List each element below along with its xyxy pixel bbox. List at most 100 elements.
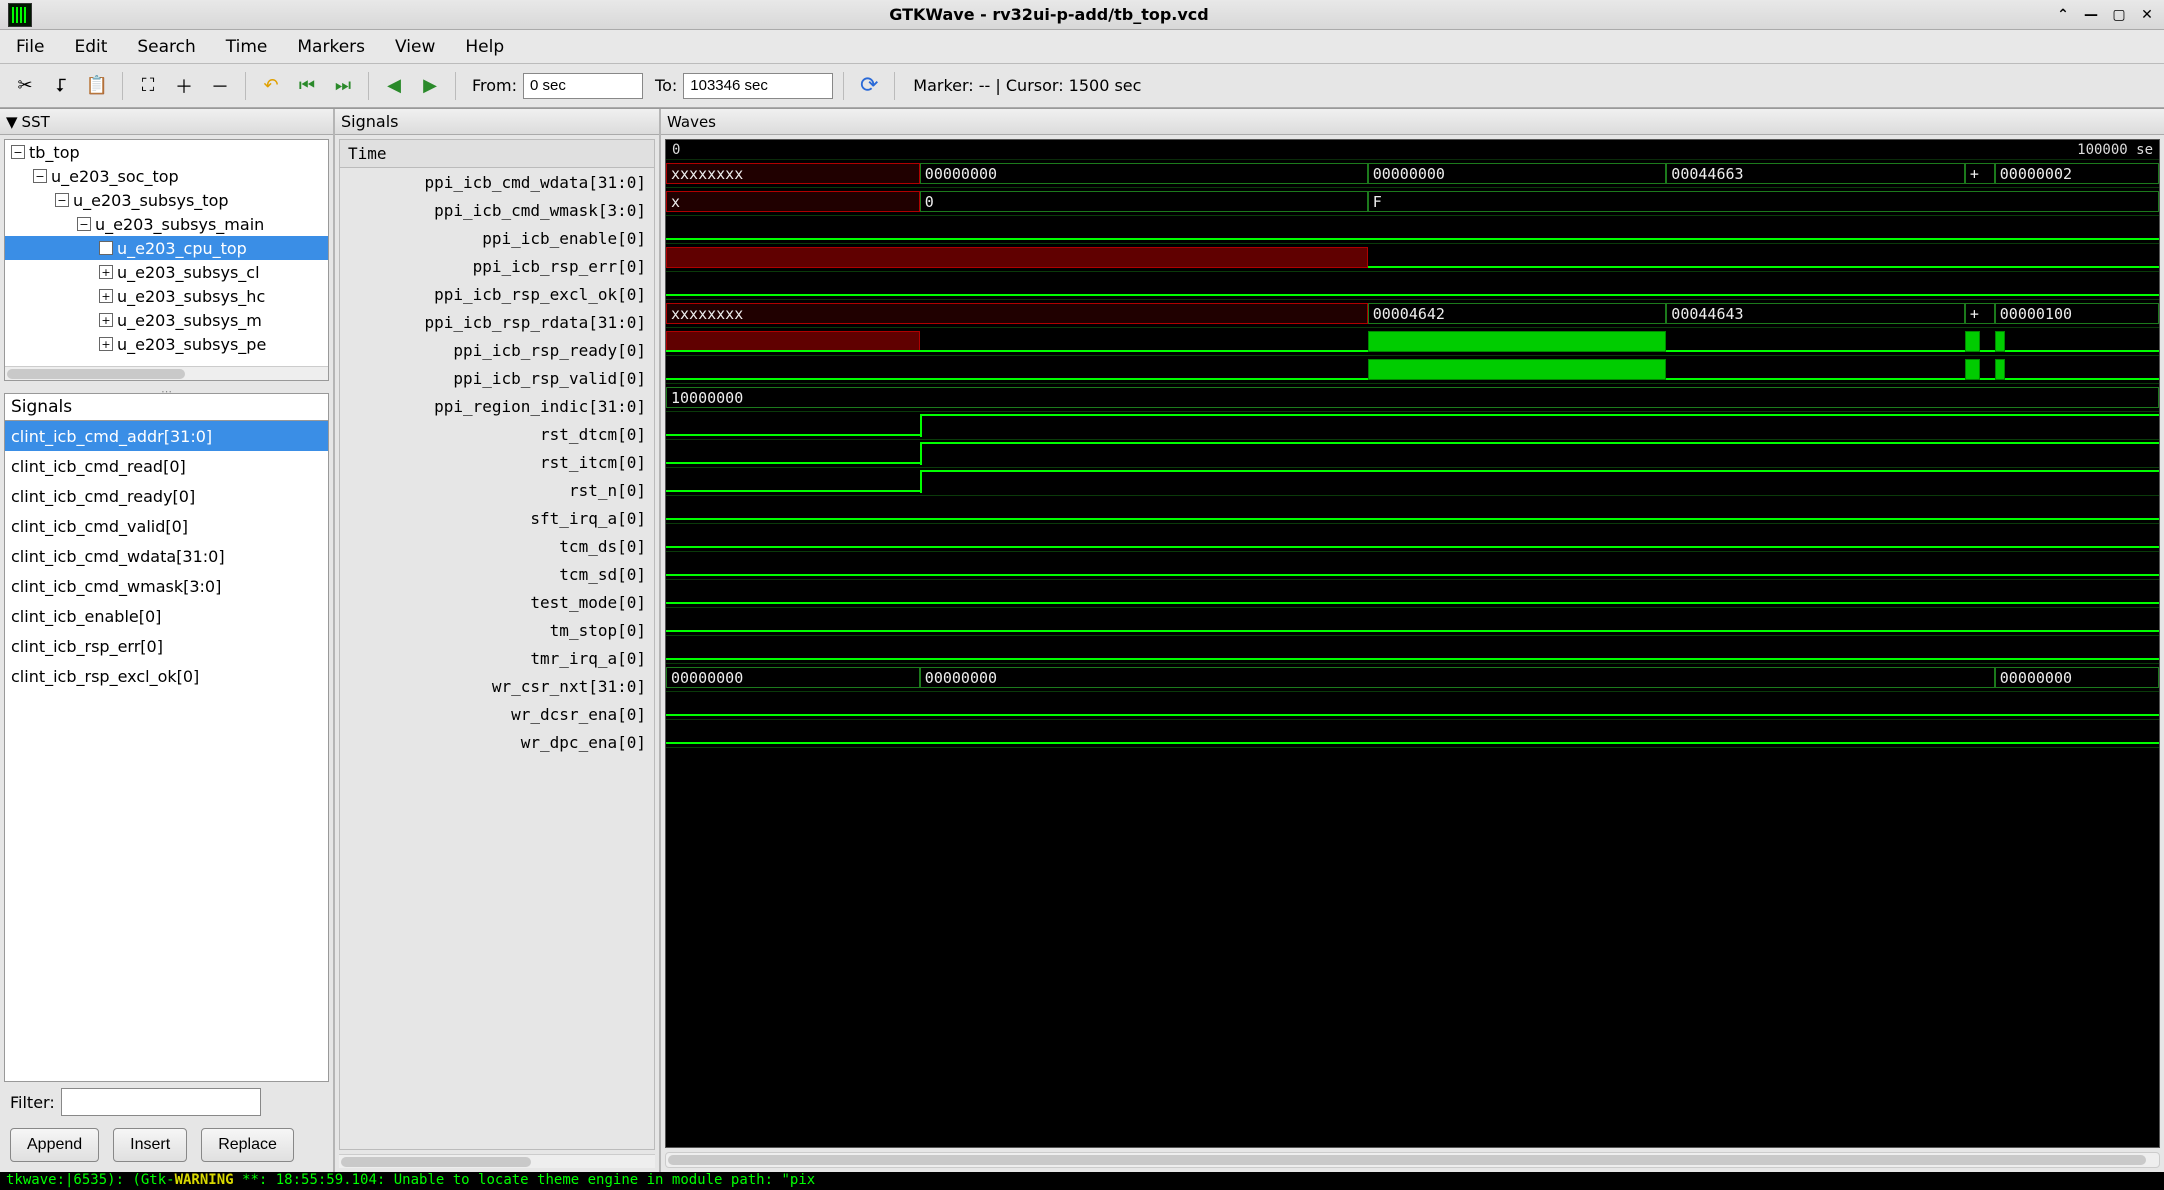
wave-row[interactable]: xxxxxxxx0000464200044643+00000100 xyxy=(666,300,2159,328)
signal-list-item[interactable]: clint_icb_cmd_wmask[3:0] xyxy=(5,571,328,601)
wave-row[interactable] xyxy=(666,440,2159,468)
displayed-signal-name[interactable]: ppi_icb_rsp_excl_ok[0] xyxy=(340,280,654,308)
menu-edit[interactable]: Edit xyxy=(74,37,107,57)
menu-help[interactable]: Help xyxy=(465,37,504,57)
tree-item[interactable]: −tb_top xyxy=(5,140,328,164)
tree-item[interactable]: +u_e203_subsys_hc xyxy=(5,284,328,308)
append-button[interactable]: Append xyxy=(10,1128,99,1162)
to-input[interactable] xyxy=(683,73,833,99)
from-input[interactable] xyxy=(523,73,643,99)
maximize-icon[interactable]: ▢ xyxy=(2110,6,2128,24)
replace-button[interactable]: Replace xyxy=(201,1128,294,1162)
splitter[interactable]: ⋯ xyxy=(0,385,333,393)
wave-row[interactable] xyxy=(666,524,2159,552)
wave-row[interactable] xyxy=(666,636,2159,664)
signal-names-list[interactable]: Time ppi_icb_cmd_wdata[31:0]ppi_icb_cmd_… xyxy=(339,139,655,1150)
signal-list-item[interactable]: clint_icb_cmd_wdata[31:0] xyxy=(5,541,328,571)
reload-icon[interactable]: ⟳ xyxy=(854,71,884,101)
wave-row[interactable] xyxy=(666,608,2159,636)
wave-row[interactable]: x0F xyxy=(666,188,2159,216)
wave-row[interactable] xyxy=(666,412,2159,440)
wave-row[interactable]: 000000000000000000000000 xyxy=(666,664,2159,692)
wave-row[interactable] xyxy=(666,580,2159,608)
zoom-in-icon[interactable]: ＋ xyxy=(169,71,199,101)
wave-row[interactable] xyxy=(666,496,2159,524)
minimize-icon[interactable]: — xyxy=(2082,6,2100,24)
tree-hscrollbar[interactable] xyxy=(5,366,328,380)
tree-item[interactable]: +u_e203_subsys_m xyxy=(5,308,328,332)
wave-row[interactable] xyxy=(666,692,2159,720)
wave-row[interactable] xyxy=(666,272,2159,300)
first-icon[interactable]: ⏮ xyxy=(292,71,322,101)
tree-expander-icon[interactable]: + xyxy=(99,289,113,303)
wave-row[interactable] xyxy=(666,552,2159,580)
displayed-signal-name[interactable]: sft_irq_a[0] xyxy=(340,504,654,532)
tree-item[interactable]: +u_e203_cpu_top xyxy=(5,236,328,260)
menu-file[interactable]: File xyxy=(16,37,44,57)
tree-expander-icon[interactable]: − xyxy=(55,193,69,207)
tree-expander-icon[interactable]: + xyxy=(99,313,113,327)
prev-icon[interactable]: ◀ xyxy=(379,71,409,101)
tree-item[interactable]: −u_e203_subsys_main xyxy=(5,212,328,236)
signal-list-item[interactable]: clint_icb_cmd_ready[0] xyxy=(5,481,328,511)
displayed-signal-name[interactable]: tm_stop[0] xyxy=(340,616,654,644)
wave-row[interactable] xyxy=(666,328,2159,356)
displayed-signal-name[interactable]: rst_itcm[0] xyxy=(340,448,654,476)
next-icon[interactable]: ▶ xyxy=(415,71,445,101)
tree-expander-icon[interactable]: − xyxy=(77,217,91,231)
signal-list-item[interactable]: clint_icb_cmd_addr[31:0] xyxy=(5,421,328,451)
insert-button[interactable]: Insert xyxy=(113,1128,187,1162)
wave-row[interactable]: 10000000 xyxy=(666,384,2159,412)
waves-hscrollbar[interactable] xyxy=(665,1152,2160,1168)
collapse-icon[interactable]: ⌃ xyxy=(2054,6,2072,24)
displayed-signal-name[interactable]: wr_csr_nxt[31:0] xyxy=(340,672,654,700)
displayed-signal-name[interactable]: ppi_icb_rsp_rdata[31:0] xyxy=(340,308,654,336)
zoom-fit-icon[interactable]: ⛶ xyxy=(133,71,163,101)
tree-expander-icon[interactable]: − xyxy=(33,169,47,183)
signal-list[interactable]: clint_icb_cmd_addr[31:0]clint_icb_cmd_re… xyxy=(4,421,329,1082)
displayed-signal-name[interactable]: rst_n[0] xyxy=(340,476,654,504)
paste-icon[interactable]: 📋 xyxy=(82,71,112,101)
displayed-signal-name[interactable]: ppi_icb_cmd_wdata[31:0] xyxy=(340,168,654,196)
waveform-area[interactable]: 0 100000 se xxxxxxxx00000000000000000004… xyxy=(665,139,2160,1148)
signal-list-item[interactable]: clint_icb_cmd_read[0] xyxy=(5,451,328,481)
menu-time[interactable]: Time xyxy=(226,37,268,57)
menu-view[interactable]: View xyxy=(395,37,435,57)
displayed-signal-name[interactable]: tcm_sd[0] xyxy=(340,560,654,588)
wave-row[interactable] xyxy=(666,244,2159,272)
collapse-triangle-icon[interactable]: ▼ xyxy=(6,113,18,131)
wave-row[interactable] xyxy=(666,468,2159,496)
displayed-signal-name[interactable]: tmr_irq_a[0] xyxy=(340,644,654,672)
cut-icon[interactable]: ✂ xyxy=(10,71,40,101)
displayed-signal-name[interactable]: ppi_icb_rsp_ready[0] xyxy=(340,336,654,364)
displayed-signal-name[interactable]: ppi_icb_enable[0] xyxy=(340,224,654,252)
displayed-signal-name[interactable]: test_mode[0] xyxy=(340,588,654,616)
tree-item[interactable]: +u_e203_subsys_cl xyxy=(5,260,328,284)
filter-input[interactable] xyxy=(61,1088,261,1116)
tree-expander-icon[interactable]: − xyxy=(11,145,25,159)
signal-list-item[interactable]: clint_icb_rsp_excl_ok[0] xyxy=(5,661,328,691)
tree-item[interactable]: −u_e203_soc_top xyxy=(5,164,328,188)
tree-expander-icon[interactable]: + xyxy=(99,265,113,279)
signal-list-item[interactable]: clint_icb_rsp_err[0] xyxy=(5,631,328,661)
displayed-signal-name[interactable]: ppi_icb_rsp_err[0] xyxy=(340,252,654,280)
displayed-signal-name[interactable]: wr_dcsr_ena[0] xyxy=(340,700,654,728)
last-icon[interactable]: ⏭ xyxy=(328,71,358,101)
tree-item[interactable]: +u_e203_subsys_pe xyxy=(5,332,328,356)
displayed-signal-name[interactable]: tcm_ds[0] xyxy=(340,532,654,560)
wave-row[interactable] xyxy=(666,356,2159,384)
menu-search[interactable]: Search xyxy=(137,37,195,57)
signal-list-item[interactable]: clint_icb_cmd_valid[0] xyxy=(5,511,328,541)
hierarchy-tree[interactable]: −tb_top−u_e203_soc_top−u_e203_subsys_top… xyxy=(4,139,329,381)
signal-list-item[interactable]: clint_icb_enable[0] xyxy=(5,601,328,631)
undo-icon[interactable]: ↶ xyxy=(256,71,286,101)
displayed-signal-name[interactable]: ppi_region_indic[31:0] xyxy=(340,392,654,420)
close-icon[interactable]: ✕ xyxy=(2138,6,2156,24)
tree-expander-icon[interactable]: + xyxy=(99,241,113,255)
zoom-out-icon[interactable]: － xyxy=(205,71,235,101)
wave-row[interactable] xyxy=(666,216,2159,244)
wave-row[interactable]: xxxxxxxx000000000000000000044663+0000000… xyxy=(666,160,2159,188)
displayed-signal-name[interactable]: rst_dtcm[0] xyxy=(340,420,654,448)
signals-hscrollbar[interactable] xyxy=(339,1154,655,1168)
displayed-signal-name[interactable]: ppi_icb_cmd_wmask[3:0] xyxy=(340,196,654,224)
